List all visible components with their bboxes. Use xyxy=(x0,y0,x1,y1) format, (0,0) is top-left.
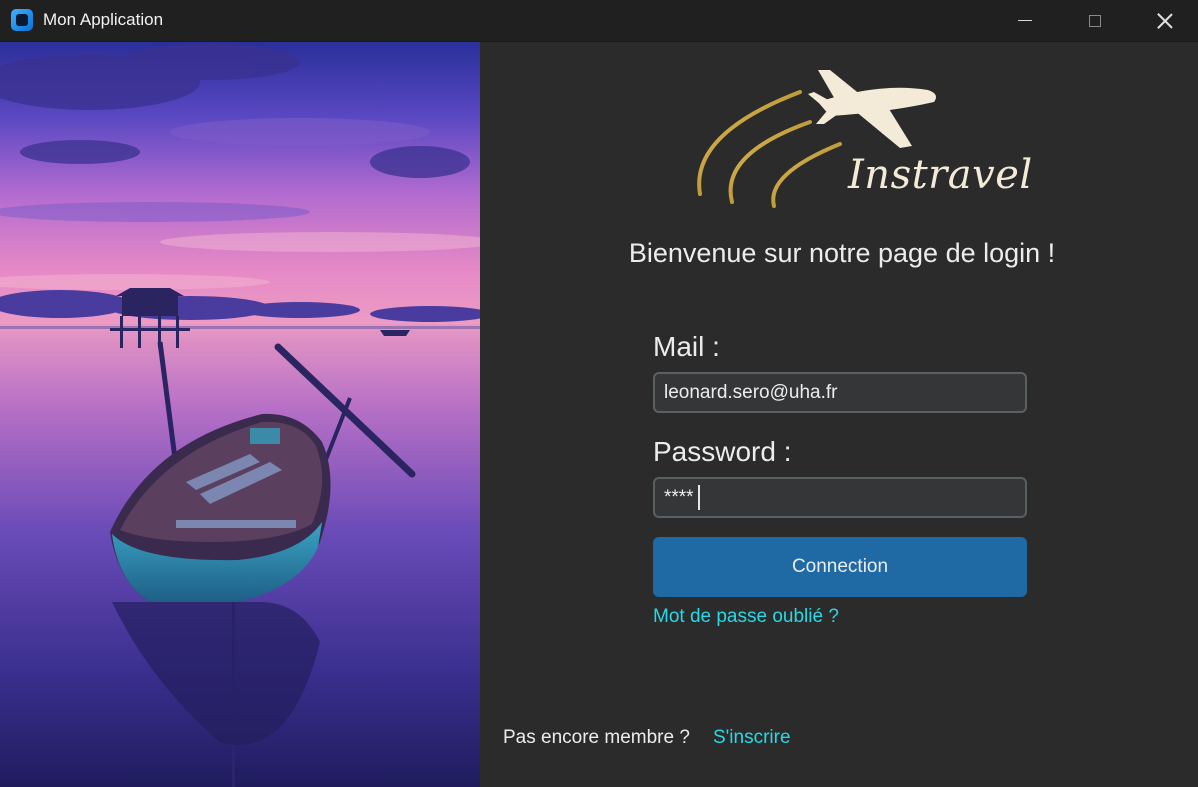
instravel-logo: Instravel xyxy=(690,64,1032,214)
welcome-heading: Bienvenue sur notre page de login ! xyxy=(628,238,1056,268)
forgot-password-link[interactable]: Mot de passe oublié ? xyxy=(653,606,839,628)
app-icon xyxy=(11,9,33,31)
login-panel: Instravel Bienvenue sur notre page de lo… xyxy=(480,42,1198,787)
password-input[interactable] xyxy=(653,477,1027,518)
mail-label: Mail : xyxy=(653,331,720,362)
window-title: Mon Application xyxy=(43,10,164,29)
close-button[interactable] xyxy=(1130,0,1198,41)
title-bar: Mon Application xyxy=(0,0,1198,42)
minimize-button[interactable] xyxy=(990,0,1060,41)
logo-text: Instravel xyxy=(848,152,1033,198)
mail-input[interactable] xyxy=(653,372,1027,413)
text-caret xyxy=(698,485,700,510)
connection-button[interactable]: Connection xyxy=(653,537,1027,597)
sunset-boat-photo xyxy=(0,42,480,787)
signup-link[interactable]: S'inscrire xyxy=(713,727,791,749)
signup-prompt: Pas encore membre ? xyxy=(503,727,690,748)
maximize-button[interactable] xyxy=(1060,0,1130,41)
password-label: Password : xyxy=(653,436,792,467)
minimize-icon xyxy=(1018,20,1032,21)
close-icon xyxy=(1157,13,1173,29)
maximize-icon xyxy=(1089,14,1101,27)
